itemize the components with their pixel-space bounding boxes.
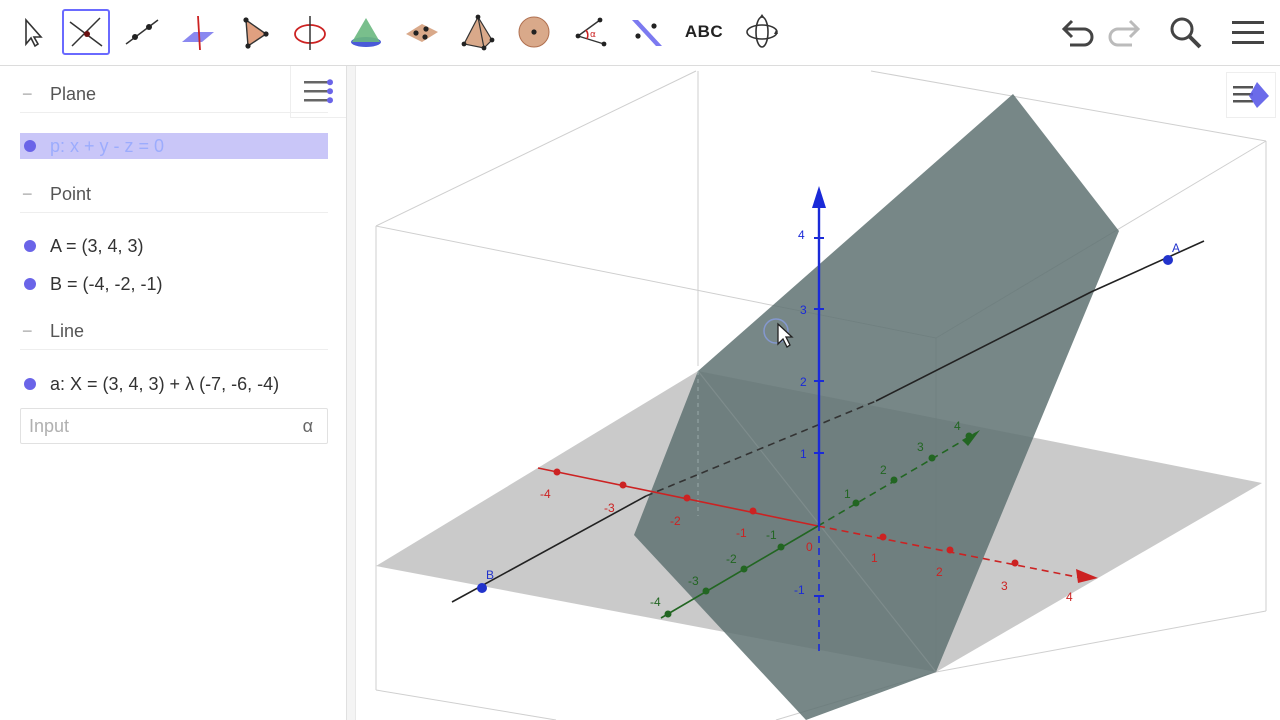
x-tick-label: 3 (1001, 579, 1008, 593)
polygon-icon (243, 17, 269, 49)
plane-points-icon (406, 24, 438, 42)
group-header-line[interactable]: − Line (20, 314, 328, 350)
visibility-dot[interactable] (24, 140, 36, 152)
circle-axis-icon (294, 16, 326, 50)
group-label: Point (50, 184, 92, 204)
rotate-view-tool-button[interactable] (738, 9, 786, 55)
visibility-dot[interactable] (24, 278, 36, 290)
z-tick-label: -1 (794, 583, 805, 597)
group-header-point[interactable]: − Point (20, 177, 328, 213)
redo-icon (1108, 19, 1141, 47)
algebra-item-point-a[interactable]: A = (3, 4, 3) (20, 231, 328, 261)
x-tick-label: 1 (871, 551, 878, 565)
algebra-item-line-a[interactable]: a: X = (3, 4, 3) + λ (-7, -6, -4) (20, 369, 328, 399)
y-tick-label: 2 (880, 463, 887, 477)
point-a[interactable]: A (1163, 241, 1180, 265)
line-icon (125, 19, 159, 45)
pyramid-icon (461, 14, 495, 51)
text-tool-button[interactable]: ABC (680, 9, 728, 55)
z-tick-label: 1 (800, 447, 807, 461)
algebra-view: − Plane p: x + y - z = 0 − Point A = (3,… (0, 66, 346, 720)
z-tick-label: 3 (800, 303, 807, 317)
visibility-dot[interactable] (24, 378, 36, 390)
input-placeholder: Input (29, 415, 70, 436)
toolbar: α ABC (0, 0, 1280, 66)
point-label-b: B (486, 568, 494, 582)
view-splitter[interactable] (346, 66, 356, 720)
reflect-tool-button[interactable] (622, 9, 670, 55)
graphics-3d-view[interactable]: -4 -3 -2 -1 0 1 2 3 4 -4 -3 -2 -1 1 2 3 … (356, 66, 1280, 720)
cone-icon (351, 18, 381, 47)
angle-icon: α (575, 17, 607, 47)
sphere-tool-button[interactable] (510, 9, 558, 55)
main-menu-button[interactable] (1226, 12, 1270, 54)
perpendicular-icon (182, 15, 214, 51)
style-bar-toggle-icon (1233, 82, 1269, 108)
x-tick-label: 2 (936, 565, 943, 579)
perpendicular-line-tool-button[interactable] (174, 9, 222, 55)
hamburger-menu-icon (1232, 21, 1264, 44)
collapse-icon[interactable]: − (22, 84, 44, 105)
collapse-icon[interactable]: − (22, 321, 44, 342)
undo-icon (1061, 19, 1094, 47)
reflect-icon (632, 20, 662, 46)
visibility-dot[interactable] (24, 240, 36, 252)
x-tick-label: -3 (604, 501, 615, 515)
group-label: Line (50, 321, 85, 341)
y-tick-label: -3 (688, 574, 699, 588)
z-tick-label: 2 (800, 375, 807, 389)
intersect-tool-button[interactable] (62, 9, 110, 55)
point-label-a: A (1172, 241, 1180, 255)
group-header-plane[interactable]: − Plane (20, 77, 328, 113)
z-tick-label: 4 (798, 228, 805, 242)
algebra-item-text: a: X = (3, 4, 3) + λ (-7, -6, -4) (50, 373, 280, 394)
y-tick-label: -1 (766, 528, 777, 542)
algebra-item-plane-p[interactable]: p: x + y - z = 0 (20, 133, 328, 159)
x-tick-label: -1 (736, 526, 747, 540)
svg-text:α: α (590, 30, 596, 40)
intersect-icon (69, 17, 103, 47)
y-tick-label: 1 (844, 487, 851, 501)
algebra-item-text: B = (-4, -2, -1) (50, 273, 163, 294)
search-button[interactable] (1164, 12, 1208, 54)
y-tick-label: 3 (917, 440, 924, 454)
algebra-item-text: A = (3, 4, 3) (50, 235, 144, 256)
undo-button[interactable] (1054, 12, 1098, 54)
algebra-input-field[interactable]: Input α (20, 408, 328, 444)
redo-button[interactable] (1104, 12, 1148, 54)
move-tool-button[interactable] (8, 9, 56, 55)
rotate-view-icon (746, 14, 778, 48)
polygon-tool-button[interactable] (230, 9, 278, 55)
graphics-style-bar-button[interactable] (1226, 72, 1276, 118)
search-icon (1170, 17, 1202, 49)
sphere-icon (518, 16, 550, 48)
circle-axis-tool-button[interactable] (286, 9, 334, 55)
y-tick-label: -2 (726, 552, 737, 566)
3d-scene[interactable]: -4 -3 -2 -1 0 1 2 3 4 -4 -3 -2 -1 1 2 3 … (356, 66, 1280, 720)
pyramid-tool-button[interactable] (454, 9, 502, 55)
algebra-item-text: p: x + y - z = 0 (50, 135, 165, 156)
cone-tool-button[interactable] (342, 9, 390, 55)
angle-tool-button[interactable]: α (566, 9, 614, 55)
x-tick-label: -4 (540, 487, 551, 501)
x-tick-label: 0 (806, 540, 813, 554)
text-icon: ABC (684, 22, 724, 41)
collapse-icon[interactable]: − (22, 184, 44, 205)
y-tick-label: 4 (954, 419, 961, 433)
group-label: Plane (50, 84, 97, 104)
x-tick-label: 4 (1066, 590, 1073, 604)
line-tool-button[interactable] (118, 9, 166, 55)
x-tick-label: -2 (670, 514, 681, 528)
algebra-item-point-b[interactable]: B = (-4, -2, -1) (20, 269, 328, 299)
plane-three-points-tool-button[interactable] (398, 9, 446, 55)
arrow-cursor-icon (25, 17, 43, 48)
alpha-keyboard-icon[interactable]: α (303, 416, 313, 437)
y-tick-label: -4 (650, 595, 661, 609)
